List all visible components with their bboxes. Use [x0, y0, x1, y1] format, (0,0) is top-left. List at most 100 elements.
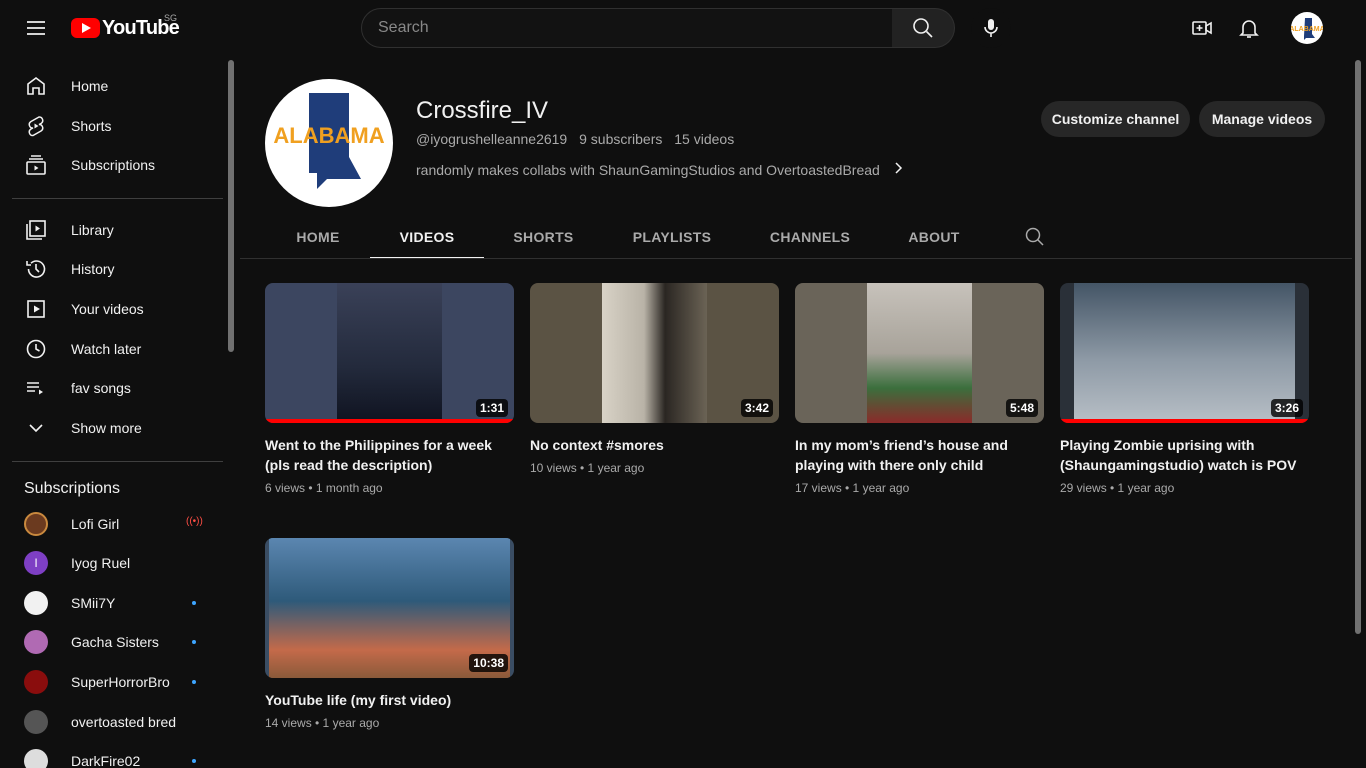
customize-channel-button[interactable]: Customize channel: [1041, 101, 1190, 137]
page-scrollbar[interactable]: [1355, 60, 1361, 634]
subscription-name: Iyog Ruel: [71, 555, 131, 571]
tab-home[interactable]: HOME: [265, 215, 371, 259]
channel-avatar: [24, 710, 48, 734]
sidebar-item-label: Watch later: [71, 341, 142, 357]
search-box: [361, 8, 893, 48]
search-input[interactable]: [378, 19, 892, 37]
sidebar-scrollbar[interactable]: [228, 60, 234, 352]
channel-avatar: [24, 591, 48, 615]
video-card[interactable]: 3:26 Playing Zombie uprising with (Shaun…: [1060, 283, 1309, 495]
video-meta: 10 views • 1 year ago: [530, 461, 645, 475]
your-videos-icon: [24, 297, 48, 321]
channel-avatar: [24, 512, 48, 536]
video-title[interactable]: No context #smores: [530, 435, 779, 455]
tab-channels[interactable]: CHANNELS: [741, 215, 879, 259]
video-title[interactable]: Went to the Philippines for a week (pls …: [265, 435, 514, 475]
subscription-item[interactable]: I Iyog Ruel: [12, 543, 222, 583]
tabs-divider: [240, 258, 1352, 259]
sidebar-item-history[interactable]: History: [12, 249, 222, 289]
youtube-logo[interactable]: YouTube: [71, 16, 180, 40]
avatar-text: ALABAMA: [273, 123, 384, 148]
subscription-name: DarkFire02: [71, 753, 141, 768]
channel-avatar: [24, 630, 48, 654]
new-content-dot: [192, 601, 196, 605]
sidebar-item-watch-later[interactable]: Watch later: [12, 329, 222, 369]
create-button[interactable]: [1182, 8, 1222, 48]
sidebar-divider: [12, 198, 223, 199]
sidebar-item-library[interactable]: Library: [12, 210, 222, 250]
search-button[interactable]: [892, 8, 955, 48]
tab-about[interactable]: ABOUT: [879, 215, 989, 259]
voice-search-button[interactable]: [971, 8, 1011, 48]
youtube-play-icon: [71, 18, 100, 38]
sidebar-item-your-videos[interactable]: Your videos: [12, 289, 222, 329]
video-title[interactable]: YouTube life (my first video): [265, 690, 514, 710]
video-meta: 14 views • 1 year ago: [265, 716, 380, 730]
video-create-icon: [1192, 21, 1212, 35]
subscription-name: SMii7Y: [71, 595, 116, 611]
channel-avatar-large[interactable]: ALABAMA: [265, 79, 393, 207]
sidebar-item-label: History: [71, 261, 115, 277]
account-avatar[interactable]: ALABAMA: [1291, 12, 1323, 44]
channel-search-icon[interactable]: [1023, 225, 1047, 249]
video-thumbnail[interactable]: 3:42: [530, 283, 779, 423]
hamburger-icon[interactable]: [16, 8, 56, 48]
sidebar-item-show-more[interactable]: Show more: [12, 408, 222, 448]
subscription-item[interactable]: SMii7Y: [12, 583, 222, 623]
video-card[interactable]: 10:38 YouTube life (my first video) 14 v…: [265, 538, 514, 730]
video-card[interactable]: 3:42 No context #smores 10 views • 1 yea…: [530, 283, 779, 475]
subscription-name: Gacha Sisters: [71, 634, 159, 650]
sidebar-item-home[interactable]: Home: [12, 66, 222, 106]
sidebar-item-label: Your videos: [71, 301, 144, 317]
sidebar-item-label: Show more: [71, 420, 142, 436]
home-icon: [24, 74, 48, 98]
manage-videos-button[interactable]: Manage videos: [1199, 101, 1325, 137]
channel-meta: @iyogrushelleanne2619 9 subscribers 15 v…: [416, 131, 742, 147]
alabama-logo: ALABAMA: [273, 93, 385, 189]
shorts-icon: [24, 114, 48, 138]
video-count: 15 videos: [674, 131, 735, 147]
clock-icon: [24, 337, 48, 361]
video-card[interactable]: 1:31 Went to the Philippines for a week …: [265, 283, 514, 495]
subscriptions-icon: [24, 153, 48, 177]
video-card[interactable]: 5:48 In my mom’s friend’s house and play…: [795, 283, 1044, 495]
new-content-dot: [192, 640, 196, 644]
notifications-button[interactable]: [1229, 8, 1269, 48]
video-duration: 3:42: [740, 399, 773, 417]
sidebar: Home Shorts Subscriptions Library Histor…: [0, 56, 240, 768]
video-title[interactable]: Playing Zombie uprising with (Shaungamin…: [1060, 435, 1309, 475]
video-meta: 17 views • 1 year ago: [795, 481, 910, 495]
video-thumbnail[interactable]: 5:48: [795, 283, 1044, 423]
playlist-icon: [24, 376, 48, 400]
video-title[interactable]: In my mom’s friend’s house and playing w…: [795, 435, 1044, 475]
subscriptions-heading: Subscriptions: [24, 480, 121, 497]
live-icon: ((•)): [186, 516, 203, 527]
sidebar-item-label: Home: [71, 78, 109, 94]
new-content-dot: [192, 680, 196, 684]
subscription-item[interactable]: Lofi Girl ((•)): [12, 504, 222, 544]
subscription-item[interactable]: Gacha Sisters: [12, 622, 222, 662]
video-thumbnail[interactable]: 1:31: [265, 283, 514, 423]
description-text: randomly makes collabs with ShaunGamingS…: [416, 161, 880, 178]
subscription-name: SuperHorrorBro: [71, 674, 170, 690]
sidebar-divider: [12, 461, 223, 462]
sidebar-item-label: fav songs: [71, 380, 131, 396]
subscription-item[interactable]: SuperHorrorBro: [12, 662, 222, 702]
video-duration: 10:38: [469, 654, 508, 672]
video-thumbnail[interactable]: 10:38: [265, 538, 514, 678]
channel-description[interactable]: randomly makes collabs with ShaunGamingS…: [416, 161, 906, 178]
chevron-down-icon: [24, 416, 48, 440]
tab-playlists[interactable]: PLAYLISTS: [603, 215, 741, 259]
subscription-name: Lofi Girl: [71, 516, 120, 532]
bell-icon: [1239, 20, 1259, 38]
subscription-item[interactable]: overtoasted bred: [12, 702, 222, 742]
sidebar-item-shorts[interactable]: Shorts: [12, 106, 222, 146]
subscriber-count: 9 subscribers: [579, 131, 663, 147]
subscription-item[interactable]: DarkFire02: [12, 741, 222, 768]
tab-shorts[interactable]: SHORTS: [484, 215, 603, 259]
tab-videos[interactable]: VIDEOS: [370, 215, 484, 259]
search-icon: [913, 18, 933, 38]
sidebar-item-fav-songs[interactable]: fav songs: [12, 368, 222, 408]
video-thumbnail[interactable]: 3:26: [1060, 283, 1309, 423]
sidebar-item-subscriptions[interactable]: Subscriptions: [12, 145, 222, 185]
